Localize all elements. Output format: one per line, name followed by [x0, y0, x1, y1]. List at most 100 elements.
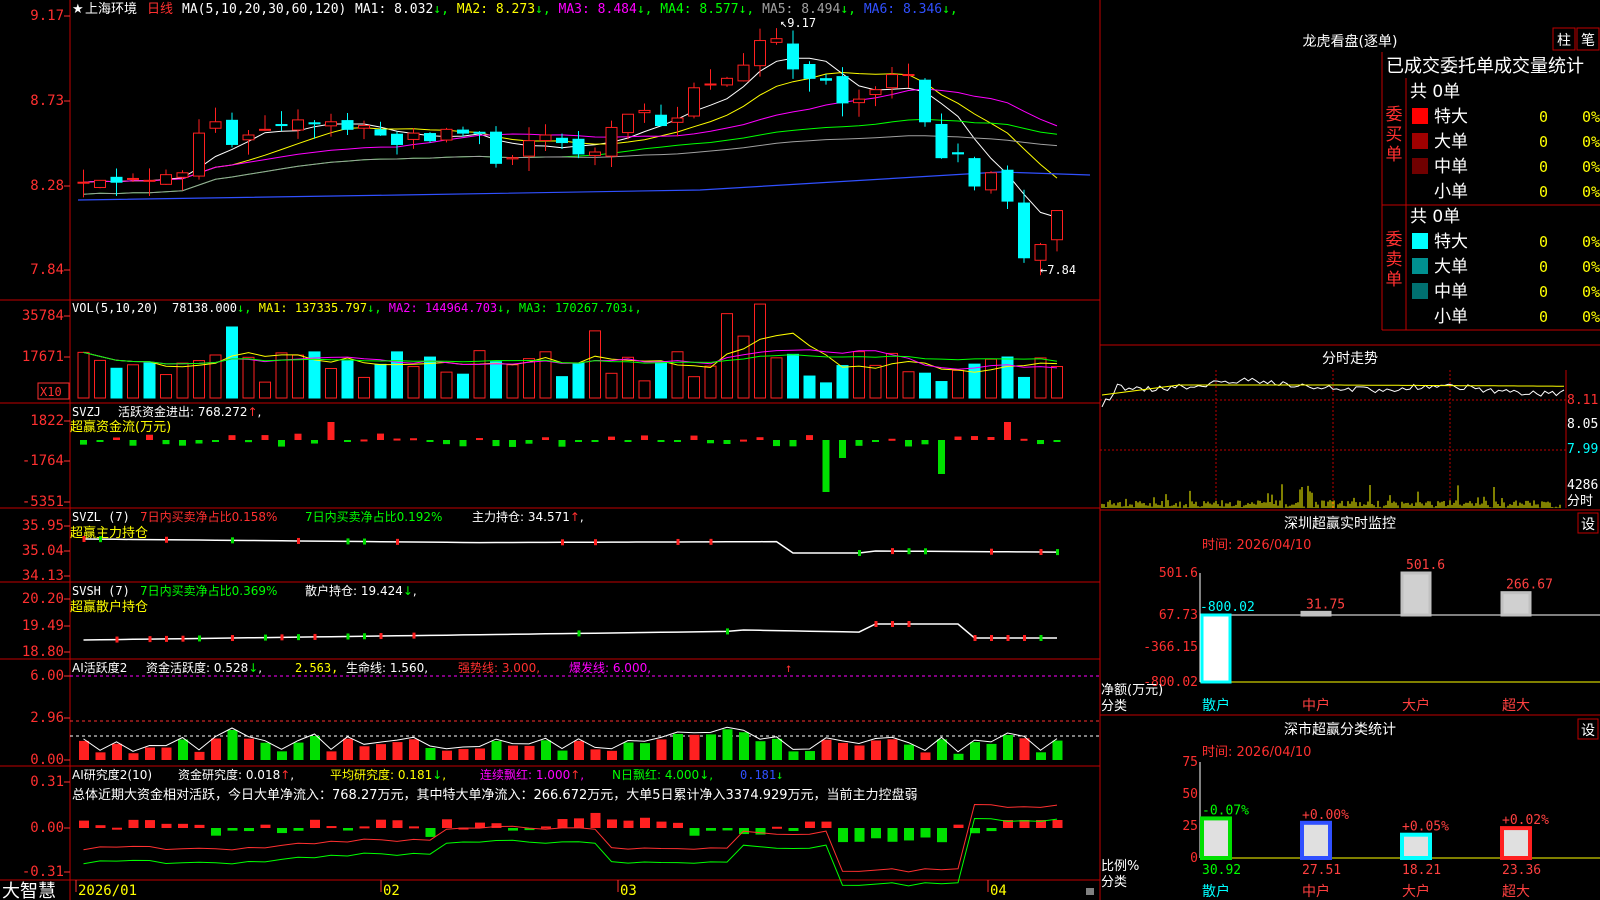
ai1-bar-down	[673, 733, 683, 760]
sz-monitor-category: 超大	[1502, 698, 1530, 714]
indicator-tick	[115, 636, 119, 643]
svzj-bar-negative	[509, 440, 516, 447]
intraday-unit-label: 分时	[1567, 494, 1593, 509]
sell-total: 共 0单	[1410, 207, 1460, 227]
vol-bar-up	[754, 303, 766, 399]
order-type-label: 小单	[1434, 182, 1468, 202]
ai2-bar-up	[541, 826, 551, 829]
svzj-bar-negative	[822, 440, 830, 492]
sz-monitor-y-label: 67.73	[1159, 608, 1198, 623]
ai1-bar-up	[607, 750, 617, 760]
candle-up	[440, 128, 453, 141]
ai2-bar-up	[805, 821, 815, 828]
indicator-tick	[396, 538, 399, 545]
indicator-line	[83, 623, 1057, 641]
vol-bar-down	[968, 363, 981, 399]
order-count-value: 0	[1539, 183, 1548, 201]
header-arrow-5: ↓,	[942, 2, 958, 17]
candle-down	[1001, 169, 1014, 202]
candle-up	[523, 140, 535, 157]
indicator-tick	[346, 633, 350, 640]
indicator-tick	[148, 636, 152, 643]
svzj-bar-negative	[657, 440, 665, 442]
indicator-tick	[990, 548, 993, 555]
vol-bar-down	[374, 363, 387, 399]
svzj-bar-negative	[905, 440, 912, 447]
ai2-bar-down	[508, 828, 518, 831]
candle-up	[638, 109, 651, 114]
period-label: 日线	[147, 2, 173, 17]
vol-bar-up	[638, 380, 651, 399]
ai1-bar-up	[689, 734, 700, 760]
candle-down	[1018, 202, 1030, 259]
ai2-bar-down	[937, 828, 947, 843]
ai1-bar-down	[623, 742, 634, 760]
sz-class-y-label: 75	[1182, 755, 1198, 770]
svsh-panel[interactable]: SVSH (7) 7日内买卖净占比0.369% 散户持仓: 19.424↓, 超…	[22, 583, 1057, 660]
vol-bar-down	[919, 372, 931, 399]
indicator-tick	[82, 536, 86, 542]
sz-class-change-label: +0.05%	[1402, 820, 1449, 835]
ai1-bar-up	[79, 740, 89, 760]
ai2-bar-down	[277, 828, 287, 834]
svzj-bar-negative	[1037, 440, 1044, 445]
svzj-bar-positive	[740, 439, 747, 442]
ai2-panel[interactable]: AI研究度2(10) 资金研究度: 0.018↑, 平均研究度: 0.181↓,…	[22, 767, 1063, 887]
svzj-bar-negative	[311, 440, 318, 444]
kline-panel[interactable]: ★ 上海环境 日线 MA(5,10,20,30,60,120) MA1: 8.0…	[30, 2, 1091, 278]
vol-panel[interactable]: VOL(5,10,20) 78138.000↓, MA1: 137335.797…	[22, 301, 1063, 400]
ai2-bar-up	[607, 819, 617, 828]
ai1-bar-down	[970, 742, 980, 760]
y-tick-label: 20.20	[22, 591, 64, 607]
svzl-label-green: 7日内买卖净占比0.192%	[305, 509, 442, 524]
lock-icon[interactable]	[1086, 888, 1094, 895]
dragon-panel[interactable]: 龙虎看盘(逐单) 柱 笔 已成交委托单成交量统计 委买单 委卖单 共 0单 共 …	[1303, 27, 1600, 327]
ai2-bar-up	[310, 819, 320, 828]
ai1-bar-up	[442, 750, 452, 760]
date-label: 2026/01	[78, 883, 137, 899]
candle-down	[935, 123, 948, 159]
order-pct-value: 0%	[1582, 233, 1600, 251]
sz-class-y-label: 25	[1182, 819, 1198, 834]
svzl-panel[interactable]: SVZL (7) 7日内买卖净占比0.158% 7日内买卖净占比0.192% 主…	[22, 509, 1059, 584]
candle-up	[721, 77, 733, 86]
vol-bar-down	[556, 376, 568, 399]
ai1-panel[interactable]: AI活跃度2 资金活跃度: 0.528↓, 2.563, 生命线: 1.560,…	[30, 660, 1100, 768]
vol-bar-up	[886, 352, 898, 399]
candle-up	[622, 113, 634, 134]
ai1-bar-up	[376, 744, 386, 760]
indicator-tick	[907, 548, 911, 555]
ai2-y-axis: 0.31 0.00 -0.31	[22, 774, 70, 880]
date-axis[interactable]: 2026/01 02 03 04	[75, 880, 1007, 899]
svzj-bar-negative	[707, 440, 714, 444]
vertical-char: 委	[1386, 105, 1403, 125]
order-count-value: 0	[1539, 158, 1548, 176]
ai2-bar-up	[1052, 820, 1063, 828]
svsh-label-green: 7日内买卖净占比0.369%	[140, 583, 277, 598]
high-marker: ↖9.17	[780, 16, 816, 30]
vol-bar-up	[292, 354, 304, 399]
indicator-tick	[874, 621, 878, 627]
indicator-tick	[577, 630, 581, 637]
intraday-panel[interactable]: 分时走势 8.11 8.05 7.99 4286分时	[1100, 351, 1598, 509]
svzj-panel[interactable]: SVZJ 活跃资金进出: 768.272↑, 超赢资金流(万元) 1822 -17…	[22, 404, 1061, 510]
svzl-title: SVZL (7)	[72, 510, 130, 524]
svzj-bar-negative	[195, 440, 203, 444]
sz-class-panel[interactable]: 深市超赢分类统计 设 时间: 2026/04/10 75 50 25 0 -0.07% 3…	[1101, 718, 1600, 900]
order-pct-value: 0%	[1582, 183, 1600, 201]
svzj-bar-negative	[624, 440, 632, 442]
ai1-up-marker: ↑	[785, 661, 792, 675]
y-tick-label: 6.00	[30, 668, 64, 684]
ai1-bar-down	[425, 747, 436, 760]
candle-down	[226, 119, 238, 145]
ai1-bar-up	[838, 742, 848, 760]
ai1-bar-up	[1019, 738, 1030, 760]
svsh-title: SVSH (7)	[72, 584, 130, 598]
vol-bar-up	[127, 364, 139, 399]
sz-monitor-panel[interactable]: 深圳超赢实时监控 设 时间: 2026/04/10 501.6 67.73 -366…	[1101, 512, 1600, 714]
vol-bar-up	[1051, 366, 1063, 399]
sz-class-category: 超大	[1502, 884, 1530, 900]
candle-up	[539, 134, 552, 142]
vol-bar-up	[77, 351, 90, 399]
candle-down	[341, 120, 354, 130]
